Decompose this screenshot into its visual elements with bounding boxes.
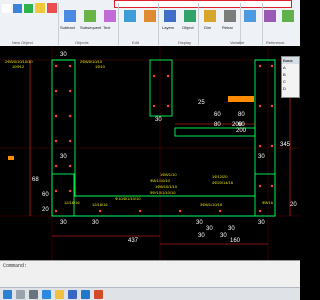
mail-icon[interactable] bbox=[81, 290, 90, 299]
dim-text: 30 bbox=[60, 52, 67, 58]
move-icon[interactable] bbox=[84, 10, 96, 22]
drawing-canvas[interactable]: 30 30 30 25 60 80 80 30 30 60 200 200 34… bbox=[0, 46, 300, 260]
rebar-label: Rebar bbox=[222, 25, 233, 30]
dim-text: 60 bbox=[42, 192, 49, 198]
ribbon-search-input[interactable] bbox=[114, 0, 292, 8]
group-display: Display bbox=[178, 40, 192, 45]
properties-panel[interactable]: Basic A B C D bbox=[281, 56, 300, 98]
properties-title: Basic bbox=[282, 57, 299, 64]
object-label: Object bbox=[182, 25, 194, 30]
reference-icon[interactable] bbox=[264, 10, 276, 22]
new-file-icon[interactable] bbox=[2, 4, 11, 13]
start-icon[interactable] bbox=[3, 290, 12, 299]
rebar-label: 1Φ8/1/10 bbox=[160, 172, 177, 177]
subtract-icon[interactable] bbox=[64, 10, 76, 22]
dim-text: 25 bbox=[198, 100, 205, 106]
rebar-label: Φ8/1/10/10 bbox=[150, 178, 171, 183]
structural-drawing: 30 30 30 25 60 80 80 30 30 60 200 200 34… bbox=[0, 46, 300, 260]
dim-text: 30 bbox=[196, 220, 203, 226]
properties-row[interactable]: C bbox=[282, 78, 299, 85]
variable-icon[interactable] bbox=[244, 10, 256, 22]
rebar-label: 12/16/16 bbox=[92, 202, 108, 207]
store-icon[interactable] bbox=[68, 290, 77, 299]
dim-text: 30 bbox=[92, 220, 99, 226]
dim-text: 60 bbox=[214, 112, 221, 118]
rebar-label: Φ10/8/1/10/10 bbox=[115, 196, 141, 201]
search-icon[interactable] bbox=[16, 290, 25, 299]
layers-label: Layers bbox=[162, 25, 175, 30]
dim-text: 30 bbox=[155, 117, 162, 123]
subsequent-label: Subsequent bbox=[80, 25, 102, 30]
mirror-icon[interactable] bbox=[144, 10, 156, 22]
dim-text: 30 bbox=[258, 154, 265, 160]
taskview-icon[interactable] bbox=[29, 290, 38, 299]
properties-row[interactable]: D bbox=[282, 85, 299, 92]
dim-text: 30 bbox=[220, 233, 227, 239]
properties-row[interactable]: A bbox=[282, 64, 299, 71]
dim-text: 30 bbox=[206, 226, 213, 232]
dim-text: 20 bbox=[42, 207, 49, 213]
dim-label: Dim bbox=[204, 25, 212, 30]
text-label: Text bbox=[103, 25, 111, 30]
group-variable: Variable bbox=[230, 40, 245, 45]
dim-text: 30 bbox=[60, 154, 67, 160]
layers-icon[interactable] bbox=[164, 10, 176, 22]
command-prompt: Command: bbox=[3, 263, 28, 269]
dim-text: 160 bbox=[230, 238, 241, 244]
rebar-label: 10Φ12 bbox=[12, 64, 25, 69]
group-reference: Reference bbox=[266, 40, 285, 45]
copy-icon[interactable] bbox=[104, 10, 116, 22]
rebar-label: 12/16/16 bbox=[64, 200, 80, 205]
app-icon[interactable] bbox=[94, 290, 103, 299]
text-icon[interactable] bbox=[47, 3, 57, 13]
rebar-label: 1Φ10 bbox=[95, 64, 106, 69]
rebar-label: Φ8/16 bbox=[262, 200, 274, 205]
dim-text: 80 bbox=[214, 122, 221, 128]
rebar-label: 5Φ/10/1/10/10 bbox=[150, 190, 176, 195]
hand-icon[interactable] bbox=[35, 3, 45, 13]
edge-icon[interactable] bbox=[42, 290, 51, 299]
explorer-icon[interactable] bbox=[55, 290, 64, 299]
rebar-icon[interactable] bbox=[224, 10, 236, 22]
polyline-icon[interactable] bbox=[24, 4, 33, 13]
dim-text: 30 bbox=[228, 226, 235, 232]
object-icon[interactable] bbox=[184, 10, 196, 22]
group-objects: Objects bbox=[75, 40, 89, 45]
dim-icon[interactable] bbox=[204, 10, 216, 22]
dim-text: 68 bbox=[32, 177, 39, 183]
ribbon: Subtract Subsequent Text Layers Object D… bbox=[0, 0, 300, 47]
dim-text: 20 bbox=[290, 202, 297, 208]
command-line[interactable]: Command: bbox=[0, 260, 300, 287]
dim-text: 30 bbox=[258, 220, 265, 226]
dim-text: 437 bbox=[128, 238, 139, 244]
properties-row[interactable]: B bbox=[282, 71, 299, 78]
rebar-label: 1Φ12/20 bbox=[212, 174, 228, 179]
dim-text: 30 bbox=[198, 233, 205, 239]
dim-text: 80 bbox=[238, 112, 245, 118]
dim-text: 30 bbox=[60, 220, 67, 226]
dim-text: 345 bbox=[280, 142, 291, 148]
rebar-label: 4Φ20/14/16 bbox=[212, 180, 234, 185]
taskbar bbox=[0, 287, 300, 300]
group-edit: Edit bbox=[132, 40, 139, 45]
rebar-label: 1Φ8/10/1/10 bbox=[155, 184, 178, 189]
dim-text: 200 bbox=[236, 128, 247, 134]
rebar-label: 3Φ8/1/10/16 bbox=[200, 202, 223, 207]
subtract-label: Subtract bbox=[60, 25, 75, 30]
settings-icon[interactable] bbox=[282, 10, 294, 22]
rotate-icon[interactable] bbox=[124, 10, 136, 22]
rectangle-icon[interactable] bbox=[13, 4, 22, 13]
group-new-object: New Object bbox=[12, 40, 33, 45]
